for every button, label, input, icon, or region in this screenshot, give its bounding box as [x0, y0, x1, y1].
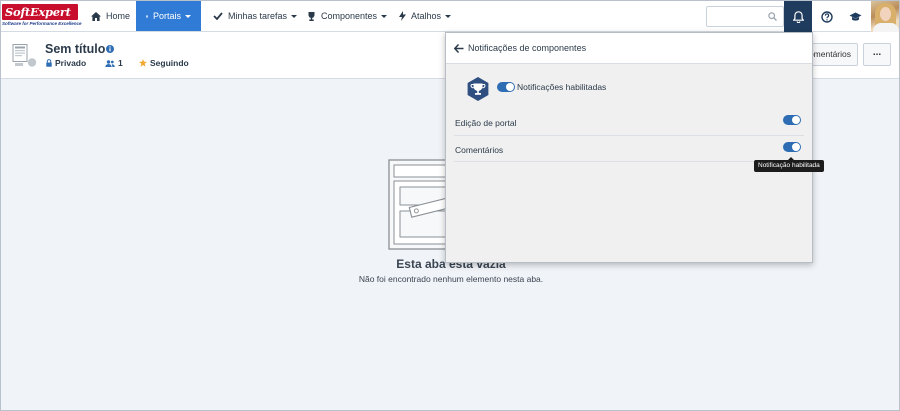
avatar-shoulder	[873, 23, 899, 32]
users-icon	[105, 59, 115, 67]
bell-icon	[792, 10, 804, 23]
notif-row-label: Comentários	[455, 145, 504, 155]
user-avatar[interactable]	[871, 1, 899, 32]
nav-minhas-tarefas-label: Minhas tarefas	[228, 11, 288, 21]
arrow-left-icon[interactable]	[454, 43, 464, 53]
nav-atalhos[interactable]: Atalhos	[399, 1, 452, 31]
row-divider	[454, 135, 804, 136]
nav-portais[interactable]: Portais	[136, 1, 201, 31]
members-count: 1	[118, 58, 123, 68]
notifications-enabled-label: Notificações habilitadas	[517, 82, 607, 92]
grid-icon	[146, 15, 148, 17]
star-icon	[139, 59, 147, 67]
component-notifications-panel: Notificações de componentes Notificações…	[445, 32, 813, 263]
portal-edit-toggle[interactable]	[783, 115, 801, 125]
members-indicator[interactable]: 1	[105, 58, 123, 68]
notifications-button[interactable]	[784, 1, 812, 32]
search-icon	[768, 12, 777, 21]
trophy-icon	[308, 11, 315, 21]
check-icon	[213, 12, 223, 20]
help-button[interactable]	[816, 1, 838, 32]
lock-icon	[46, 59, 52, 67]
bolt-icon	[399, 11, 406, 21]
app-window: SoftExpert Software for Performance Exce…	[0, 0, 900, 411]
notifications-panel-title: Notificações de componentes	[468, 43, 587, 53]
comments-toggle[interactable]	[783, 142, 801, 152]
toggle-tooltip: Notificação habilitada	[754, 157, 824, 172]
privacy-indicator: Privado	[46, 58, 86, 68]
graduation-cap-icon	[849, 12, 861, 21]
empty-state-description: Não foi encontrado nenhum elemento nesta…	[358, 274, 544, 284]
nav-home[interactable]: Home	[91, 1, 130, 31]
row-divider	[454, 161, 804, 162]
nav-componentes-label: Componentes	[321, 11, 378, 21]
more-options-button[interactable]: ...	[863, 43, 891, 66]
nav-minhas-tarefas[interactable]: Minhas tarefas	[213, 1, 298, 31]
chevron-down-icon	[291, 14, 298, 18]
chevron-down-icon	[381, 14, 388, 18]
softexpert-logo[interactable]: SoftExpert Software for Performance Exce…	[2, 4, 82, 28]
notifications-enabled-toggle[interactable]	[497, 82, 515, 92]
logo-wordmark: SoftExpert	[2, 4, 78, 20]
follow-indicator[interactable]: Seguindo	[139, 58, 189, 68]
notifications-panel-header[interactable]: Notificações de componentes	[446, 33, 812, 64]
page-title: Sem título	[45, 42, 106, 56]
privacy-label: Privado	[55, 58, 87, 68]
nav-portais-label: Portais	[152, 11, 181, 21]
portal-page-icon	[12, 44, 37, 67]
nav-componentes[interactable]: Componentes	[307, 1, 388, 31]
follow-label: Seguindo	[150, 58, 189, 68]
nav-atalhos-label: Atalhos	[411, 11, 442, 21]
home-icon	[91, 11, 101, 21]
info-icon[interactable]	[106, 45, 114, 53]
logo-tagline: Software for Performance Excellence	[2, 21, 82, 26]
notif-row-label: Edição de portal	[455, 118, 517, 128]
avatar-face	[880, 7, 891, 21]
question-icon	[821, 10, 833, 23]
chevron-down-icon	[445, 14, 452, 18]
nav-home-label: Home	[106, 11, 131, 21]
learning-button[interactable]	[844, 1, 866, 32]
top-navbar: SoftExpert Software for Performance Exce…	[1, 1, 899, 32]
chevron-down-icon	[185, 14, 191, 18]
search-input[interactable]	[706, 6, 784, 27]
trophy-badge-icon	[467, 77, 489, 101]
